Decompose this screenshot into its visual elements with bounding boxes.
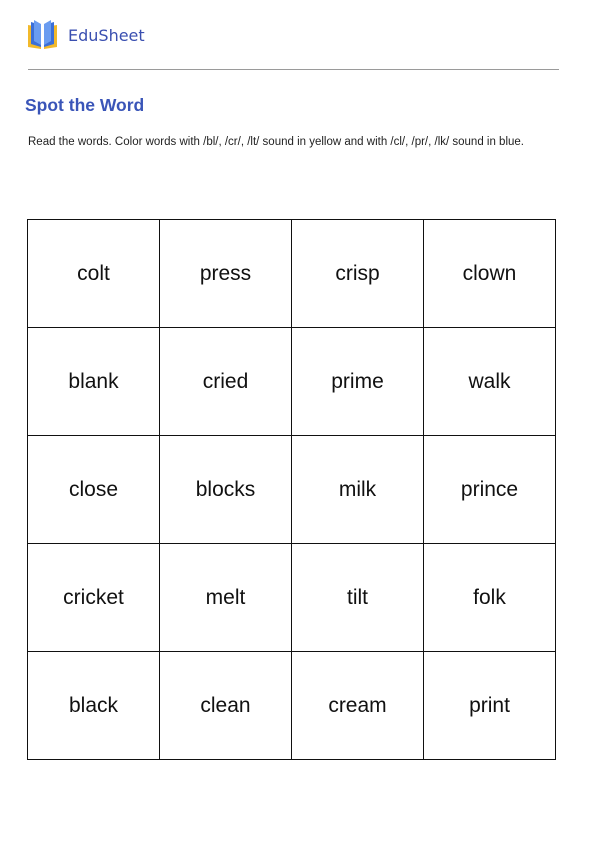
word-cell[interactable]: cried [159,327,292,436]
word-cell[interactable]: cream [291,651,424,760]
word-cell[interactable]: colt [27,219,160,328]
grid-row: black clean cream print [27,651,556,760]
word-cell[interactable]: prince [423,435,556,544]
word-cell[interactable]: melt [159,543,292,652]
word-cell[interactable]: print [423,651,556,760]
worksheet-title: Spot the Word [25,95,145,115]
word-cell[interactable]: blank [27,327,160,436]
word-grid: colt press crisp clown blank cried prime… [27,219,556,760]
word-cell[interactable]: clean [159,651,292,760]
grid-row: colt press crisp clown [27,219,556,328]
logo: EduSheet [27,20,145,50]
word-cell[interactable]: press [159,219,292,328]
open-book-icon [28,20,57,49]
brand-name: EduSheet [68,25,145,45]
word-cell[interactable]: close [27,435,160,544]
grid-row: cricket melt tilt folk [27,543,556,652]
word-cell[interactable]: crisp [291,219,424,328]
word-cell[interactable]: tilt [291,543,424,652]
word-cell[interactable]: folk [423,543,556,652]
header-divider [28,69,559,70]
word-cell[interactable]: black [27,651,160,760]
word-cell[interactable]: cricket [27,543,160,652]
word-cell[interactable]: prime [291,327,424,436]
word-cell[interactable]: blocks [159,435,292,544]
word-cell[interactable]: walk [423,327,556,436]
grid-row: close blocks milk prince [27,435,556,544]
word-cell[interactable]: clown [423,219,556,328]
word-cell[interactable]: milk [291,435,424,544]
grid-row: blank cried prime walk [27,327,556,436]
worksheet-instructions: Read the words. Color words with /bl/, /… [28,136,524,148]
